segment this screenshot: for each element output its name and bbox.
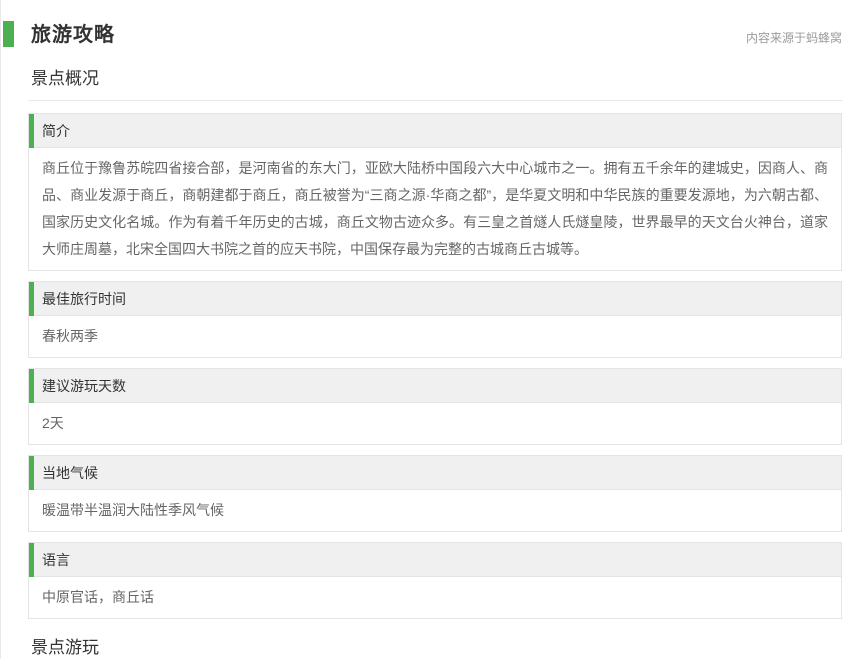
info-card-climate: 当地气候 暖温带半温润大陆性季风气候 — [28, 455, 842, 532]
card-accent-bar — [29, 369, 34, 403]
info-card-intro: 简介 商丘位于豫鲁苏皖四省接合部，是河南省的东大门，亚欧大陆桥中国段六大中心城市… — [28, 113, 842, 271]
info-card-header: 当地气候 — [29, 456, 841, 490]
page-title: 旅游攻略 — [31, 18, 115, 47]
info-card-list: 简介 商丘位于豫鲁苏皖四省接合部，是河南省的东大门，亚欧大陆桥中国段六大中心城市… — [28, 113, 842, 619]
info-card-content: 暖温带半温润大陆性季风气候 — [29, 490, 841, 531]
card-accent-bar — [29, 282, 34, 316]
info-card-header: 简介 — [29, 114, 841, 148]
info-card-label: 最佳旅行时间 — [42, 291, 126, 307]
card-accent-bar — [29, 114, 34, 148]
source-attribution: 内容来源于蚂蜂窝 — [746, 29, 842, 46]
info-card-content: 中原官话，商丘话 — [29, 577, 841, 618]
travel-guide-page: 旅游攻略 内容来源于蚂蜂窝 景点概况 简介 商丘位于豫鲁苏皖四省接合部，是河南省… — [0, 0, 868, 659]
info-card-content: 2天 — [29, 403, 841, 444]
page-header: 旅游攻略 内容来源于蚂蜂窝 — [1, 21, 868, 49]
section-divider-top — [28, 100, 842, 101]
info-card-language: 语言 中原官话，商丘话 — [28, 542, 842, 619]
info-card-header: 建议游玩天数 — [29, 369, 841, 403]
info-card-best-time: 最佳旅行时间 春秋两季 — [28, 281, 842, 358]
info-card-label: 简介 — [42, 123, 70, 139]
info-card-suggested-days: 建议游玩天数 2天 — [28, 368, 842, 445]
info-card-label: 当地气候 — [42, 465, 98, 481]
title-accent-bar — [3, 21, 14, 47]
info-card-content: 商丘位于豫鲁苏皖四省接合部，是河南省的东大门，亚欧大陆桥中国段六大中心城市之一。… — [29, 148, 841, 270]
info-card-label: 建议游玩天数 — [42, 378, 126, 394]
info-card-label: 语言 — [42, 552, 70, 568]
section-heading-overview: 景点概况 — [31, 64, 868, 89]
info-card-content: 春秋两季 — [29, 316, 841, 357]
section-heading-play: 景点游玩 — [31, 633, 868, 658]
card-accent-bar — [29, 456, 34, 490]
info-card-header: 语言 — [29, 543, 841, 577]
info-card-header: 最佳旅行时间 — [29, 282, 841, 316]
card-accent-bar — [29, 543, 34, 577]
